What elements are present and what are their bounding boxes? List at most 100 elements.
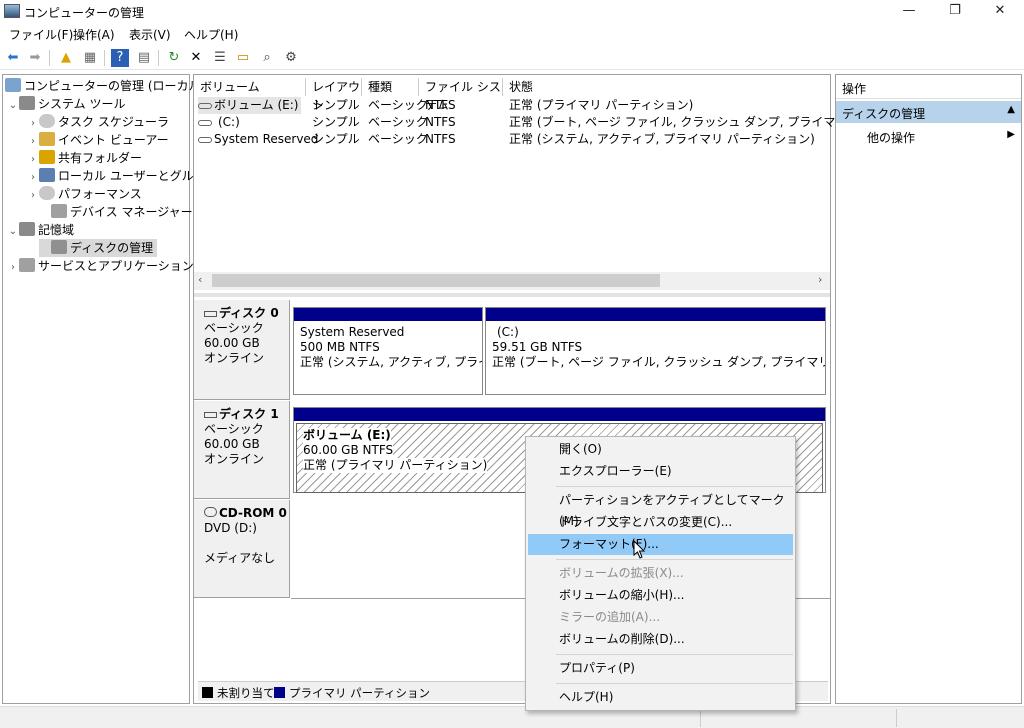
chevron-right-icon[interactable]: › bbox=[27, 187, 39, 205]
disk-1-label[interactable]: ディスク 1 ベーシック 60.00 GB オンライン bbox=[194, 401, 290, 499]
menu-view[interactable]: 表示(V) bbox=[129, 26, 171, 43]
tree-item-device-manager[interactable]: デバイス マネージャー bbox=[39, 203, 193, 221]
primary-partition-bar bbox=[294, 308, 482, 321]
filesystem-cell: NTFS bbox=[425, 98, 456, 112]
actions-more[interactable]: 他の操作 ▶ bbox=[836, 125, 1021, 147]
up-folder-icon[interactable]: ▲ bbox=[57, 49, 75, 67]
menu-item-delete[interactable]: ボリュームの削除(D)... bbox=[528, 629, 793, 650]
chevron-right-icon[interactable]: › bbox=[7, 259, 19, 277]
menu-separator bbox=[556, 559, 793, 560]
menu-item-format[interactable]: フォーマット(F)... bbox=[528, 534, 793, 555]
partition-status: 正常 (プライマリ パーティション) bbox=[303, 458, 488, 473]
scroll-right-icon[interactable]: › bbox=[818, 273, 822, 286]
tree-item-local-users[interactable]: › ローカル ユーザーとグループ bbox=[27, 167, 217, 185]
show-hide-tree-icon[interactable]: ▦ bbox=[81, 49, 99, 67]
show-hide-action-pane-icon[interactable]: ▤ bbox=[135, 49, 153, 67]
actions-header: 操作 bbox=[836, 75, 1021, 99]
collapse-up-icon[interactable]: ▲ bbox=[1007, 104, 1015, 115]
tree-item-label: ディスクの管理 bbox=[70, 241, 154, 255]
tree-item-performance[interactable]: › パフォーマンス bbox=[27, 185, 142, 203]
menu-item-change-letter[interactable]: ドライブ文字とパスの変更(C)... bbox=[528, 512, 793, 533]
scrollbar-thumb[interactable] bbox=[212, 274, 660, 287]
disk-icon bbox=[204, 412, 217, 418]
tree-item-system-tools[interactable]: ⌄ システム ツール bbox=[7, 95, 125, 113]
menu-help[interactable]: ヘルプ(H) bbox=[184, 26, 238, 43]
actions-section-disk-management[interactable]: ディスクの管理 ▲ bbox=[836, 101, 1021, 123]
disk-size: 60.00 GB bbox=[204, 336, 260, 350]
back-arrow-icon[interactable]: ⬅ bbox=[4, 49, 22, 67]
menu-item-shrink[interactable]: ボリュームの縮小(H)... bbox=[528, 585, 793, 606]
chevron-down-icon[interactable]: ⌄ bbox=[7, 223, 19, 241]
tree-item-root[interactable]: コンピューターの管理 (ローカル) bbox=[5, 77, 205, 95]
toolbar-separator bbox=[104, 50, 105, 66]
event-viewer-icon bbox=[39, 132, 55, 146]
disk-name: CD-ROM 0 bbox=[219, 506, 287, 520]
properties-icon[interactable]: ☰ bbox=[211, 49, 229, 67]
settings-icon[interactable]: ⚙ bbox=[282, 49, 300, 67]
menu-item-add-mirror[interactable]: ミラーの追加(A)... bbox=[528, 607, 793, 628]
partition-status: 正常 (ブート, ページ ファイル, クラッシュ ダンプ, プライマリ パーティ… bbox=[492, 355, 825, 369]
refresh-icon[interactable]: ↻ bbox=[165, 49, 183, 67]
forward-arrow-icon[interactable]: ➡ bbox=[26, 49, 44, 67]
menu-item-properties[interactable]: プロパティ(P) bbox=[528, 658, 793, 679]
tree-item-disk-management[interactable]: ディスクの管理 bbox=[39, 239, 158, 257]
horizontal-scrollbar[interactable]: ‹ › bbox=[194, 272, 830, 290]
menu-item-extend[interactable]: ボリュームの拡張(X)... bbox=[528, 563, 793, 584]
toolbar-separator bbox=[158, 50, 159, 66]
column-header-volume[interactable]: ボリューム bbox=[194, 78, 306, 96]
close-button[interactable]: ✕ bbox=[977, 0, 1023, 24]
type-cell: ベーシック bbox=[368, 115, 428, 129]
volume-list: ボリューム レイアウト 種類 ファイル システム 状態 ボリューム (E:) シ… bbox=[194, 75, 939, 293]
help-icon[interactable]: ? bbox=[111, 49, 129, 67]
legend-unallocated: 未割り当て bbox=[202, 685, 275, 701]
disk-status: オンライン bbox=[204, 351, 265, 365]
partition-c[interactable]: (C:) 59.51 GB NTFS 正常 (ブート, ページ ファイル, クラ… bbox=[485, 307, 826, 395]
tree-item-storage[interactable]: ⌄ 記憶域 bbox=[7, 221, 74, 239]
disk-0-label[interactable]: ディスク 0 ベーシック 60.00 GB オンライン bbox=[194, 300, 290, 400]
services-icon bbox=[19, 258, 35, 272]
menu-item-help[interactable]: ヘルプ(H) bbox=[528, 687, 793, 708]
open-icon[interactable]: ▭ bbox=[234, 49, 252, 67]
volume-cell: (C:) bbox=[198, 114, 240, 131]
disk-management-icon bbox=[51, 240, 67, 254]
layout-cell: シンプル bbox=[312, 115, 360, 129]
column-header-filesystem[interactable]: ファイル システム bbox=[419, 78, 503, 112]
tree-item-label: 記憶域 bbox=[38, 223, 75, 237]
status-divider bbox=[700, 709, 701, 727]
volume-name: (C:) bbox=[218, 115, 240, 129]
tree-item-task-scheduler[interactable]: › タスク スケジューラ bbox=[27, 113, 169, 131]
section-label: ディスクの管理 bbox=[842, 107, 926, 121]
more-actions-label: 他の操作 bbox=[867, 131, 916, 145]
menu-action[interactable]: 操作(A) bbox=[73, 26, 115, 43]
maximize-button[interactable]: ❐ bbox=[932, 0, 978, 24]
pane-splitter[interactable] bbox=[194, 293, 830, 297]
volume-cell: ボリューム (E:) bbox=[198, 97, 302, 114]
tree-item-shared-folders[interactable]: › 共有フォルダー bbox=[27, 149, 142, 167]
menu-item-open[interactable]: 開く(O) bbox=[528, 439, 793, 460]
clock-icon bbox=[39, 114, 55, 128]
tree-item-services-apps[interactable]: › サービスとアプリケーション bbox=[7, 257, 194, 275]
delete-icon[interactable]: ✕ bbox=[187, 49, 205, 67]
actions-pane: 操作 ディスクの管理 ▲ 他の操作 ▶ bbox=[835, 74, 1022, 704]
tree-item-event-viewer[interactable]: › イベント ビューアー bbox=[27, 131, 169, 149]
scroll-left-icon[interactable]: ‹ bbox=[198, 273, 202, 286]
system-tools-icon bbox=[19, 96, 35, 110]
partition-system-reserved[interactable]: System Reserved 500 MB NTFS 正常 (システム, アク… bbox=[293, 307, 483, 395]
device-manager-icon bbox=[51, 204, 67, 218]
partition-size: 60.00 GB NTFS bbox=[303, 443, 394, 458]
status-bar bbox=[0, 706, 1024, 728]
menu-item-explore[interactable]: エクスプローラー(E) bbox=[528, 461, 793, 482]
column-header-layout[interactable]: レイアウト bbox=[306, 78, 362, 112]
layout-cell: シンプル bbox=[312, 132, 360, 146]
cdrom-0-label[interactable]: CD-ROM 0 DVD (D:) メディアなし bbox=[194, 500, 290, 598]
search-icon[interactable]: ⌕ bbox=[258, 49, 276, 67]
disk-icon bbox=[204, 311, 217, 317]
menu-file[interactable]: ファイル(F) bbox=[9, 26, 73, 43]
partition-name: ボリューム (E:) bbox=[303, 428, 391, 443]
menu-item-mark-active[interactable]: パーティションをアクティブとしてマーク(M) bbox=[528, 490, 793, 528]
minimize-button[interactable]: — bbox=[886, 0, 932, 24]
chevron-down-icon[interactable]: ⌄ bbox=[7, 97, 19, 115]
column-header-status[interactable]: 状態 bbox=[503, 78, 830, 96]
column-header-type[interactable]: 種類 bbox=[362, 78, 419, 96]
submenu-arrow-icon: ▶ bbox=[1007, 129, 1015, 140]
